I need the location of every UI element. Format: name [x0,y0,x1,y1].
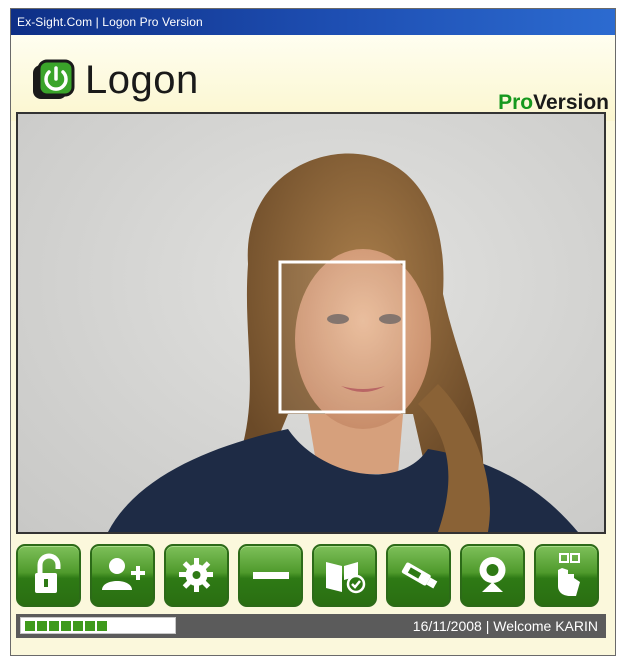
progress-segment [85,621,95,631]
progress-segment [49,621,59,631]
unlock-button[interactable] [16,544,81,607]
touch-screen-button[interactable] [534,544,599,607]
settings-button[interactable] [164,544,229,607]
header: Logon ProVersion [11,35,615,121]
progress-segment [61,621,71,631]
usb-key-button[interactable] [386,544,451,607]
help-button[interactable] [312,544,377,607]
book-check-icon [326,562,366,594]
gear-icon [179,558,213,592]
power-icon [33,59,75,99]
camera-preview [16,112,606,534]
progress-bar [20,617,176,634]
face-detection-box [278,260,406,414]
add-user-button[interactable] [90,544,155,607]
status-text: 16/11/2008 | Welcome KARIN [412,618,598,634]
progress-segment [73,621,83,631]
version-label: Version [533,91,609,114]
camera-image [108,153,578,532]
progress-segment [37,621,47,631]
toolbar [16,544,606,610]
usb-drive-icon [401,562,438,589]
webcam-icon [479,557,506,592]
progress-segment [97,621,107,631]
pro-label: Pro [498,91,534,114]
touch-hand-icon [558,553,580,596]
add-user-icon [102,558,145,590]
webcam-button[interactable] [460,544,525,607]
minus-icon [253,572,289,579]
logo-text: Logon [85,58,199,102]
window-title: Ex-Sight.Com | Logon Pro Version [17,15,203,29]
unlock-icon [35,553,61,593]
progress-segment [25,621,35,631]
status-bar: 16/11/2008 | Welcome KARIN [16,614,606,638]
title-bar[interactable]: Ex-Sight.Com | Logon Pro Version [11,9,615,35]
minimize-button[interactable] [238,544,303,607]
